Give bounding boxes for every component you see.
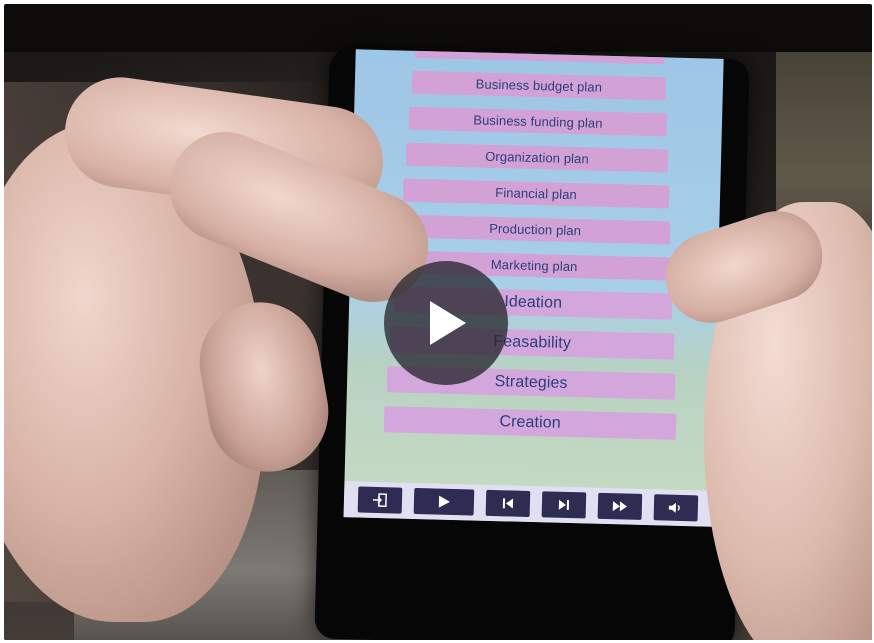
media-control-bar — [343, 481, 713, 527]
exit-button[interactable] — [357, 486, 403, 514]
menu-item-creation[interactable]: Creation — [383, 406, 677, 440]
play-button-small[interactable] — [413, 487, 475, 516]
play-icon — [438, 495, 450, 508]
video-frame: Business Plan Business budget plan Busin… — [4, 4, 872, 640]
play-icon — [430, 301, 466, 345]
video-play-button[interactable] — [384, 261, 508, 385]
volume-button[interactable] — [653, 494, 699, 522]
menu-item-financial-plan[interactable]: Financial plan — [402, 178, 670, 209]
menu-item-business-budget-plan[interactable]: Business budget plan — [411, 70, 667, 101]
menu-item-organization-plan[interactable]: Organization plan — [405, 142, 669, 173]
menu-item-business-funding-plan[interactable]: Business funding plan — [408, 106, 668, 137]
exit-icon — [372, 493, 387, 507]
previous-button[interactable] — [485, 489, 531, 517]
fast-forward-button[interactable] — [597, 492, 643, 520]
next-icon — [558, 499, 570, 511]
menu-item-business-plan[interactable]: Business Plan — [414, 49, 666, 65]
volume-icon — [668, 502, 680, 513]
previous-icon — [502, 498, 514, 509]
menu-item-production-plan[interactable]: Production plan — [399, 214, 671, 245]
fast-forward-icon — [612, 501, 627, 512]
next-button[interactable] — [541, 491, 587, 519]
phone-device: Business Plan Business budget plan Busin… — [314, 48, 750, 640]
